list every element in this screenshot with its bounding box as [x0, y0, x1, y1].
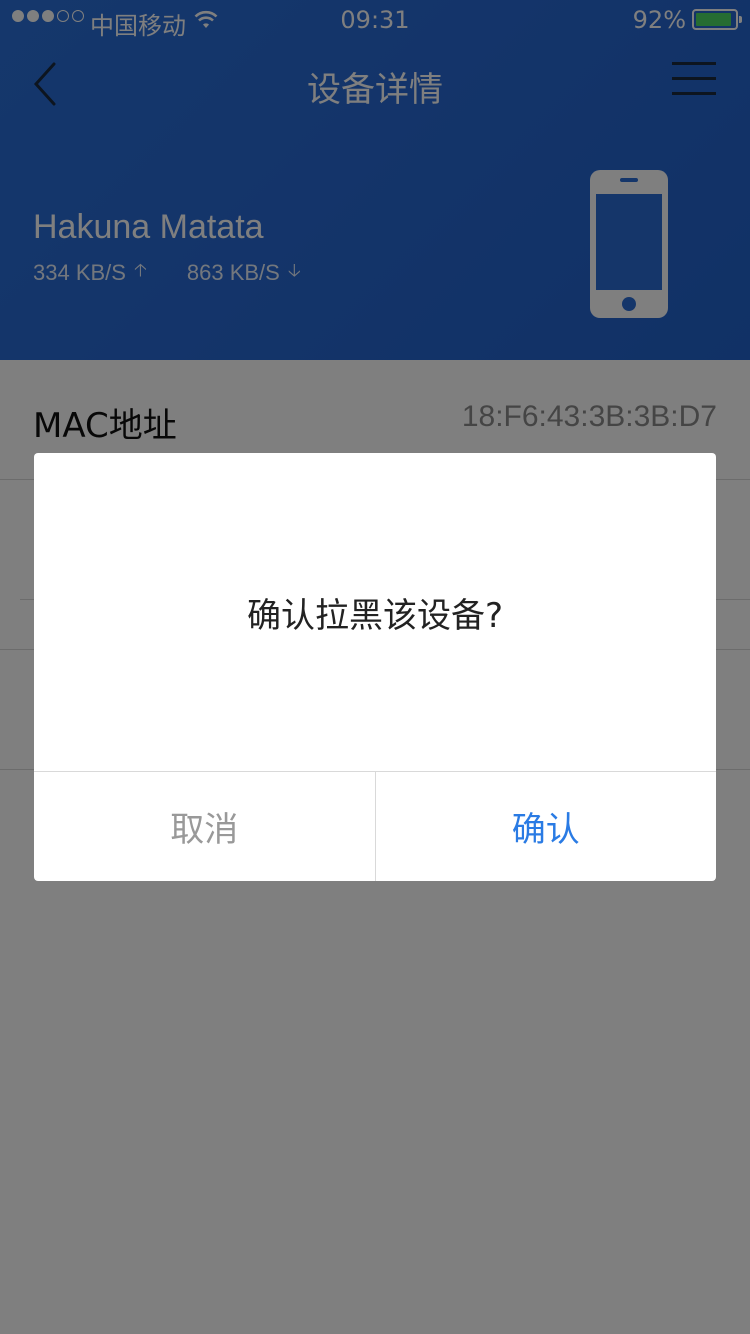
dialog-message: 确认拉黑该设备?	[246, 595, 504, 636]
confirm-dialog: 确认拉黑该设备? 取消 确认	[34, 453, 716, 881]
dialog-actions: 取消 确认	[34, 771, 716, 881]
cancel-button[interactable]: 取消	[34, 772, 376, 881]
confirm-button[interactable]: 确认	[376, 772, 717, 881]
